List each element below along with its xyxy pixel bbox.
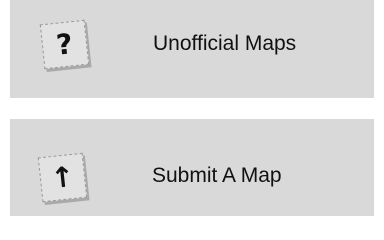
unofficial-maps-button[interactable]: ? Unofficial Maps [10, 0, 374, 98]
submit-a-map-label: Submit A Map [152, 164, 282, 187]
question-mark-icon: ? [39, 19, 90, 70]
unofficial-maps-label: Unofficial Maps [153, 32, 297, 55]
arrow-up-icon: ↑ [37, 152, 88, 203]
